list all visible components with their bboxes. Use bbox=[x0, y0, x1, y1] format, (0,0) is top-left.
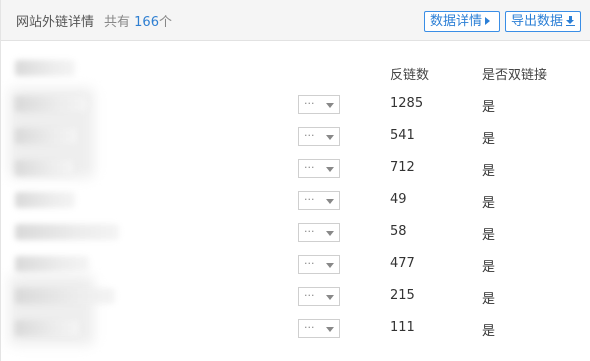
table-row: ··· 215 是 bbox=[1, 280, 590, 312]
caret-down-icon bbox=[326, 263, 334, 268]
action-select[interactable]: ··· bbox=[298, 159, 340, 178]
backlinks-value: 215 bbox=[390, 288, 415, 303]
table-row: ··· 49 是 bbox=[1, 184, 590, 216]
caret-down-icon bbox=[326, 327, 334, 332]
redacted-url bbox=[15, 224, 119, 240]
mutual-link-value: 是 bbox=[482, 100, 496, 115]
caret-down-icon bbox=[326, 295, 334, 300]
action-select[interactable]: ··· bbox=[298, 127, 340, 146]
caret-down-icon bbox=[326, 135, 334, 140]
select-value: ··· bbox=[304, 289, 315, 302]
table-row: ··· 111 是 bbox=[1, 312, 590, 344]
backlinks-value: 541 bbox=[390, 128, 415, 143]
redacted-url bbox=[15, 96, 87, 112]
action-select[interactable]: ··· bbox=[298, 319, 340, 338]
triangle-right-icon bbox=[485, 17, 491, 25]
redacted-url bbox=[15, 256, 89, 272]
data-details-label: 数据详情 bbox=[430, 14, 483, 29]
count-number: 166 bbox=[134, 15, 159, 30]
mutual-link-value: 是 bbox=[482, 164, 496, 179]
caret-down-icon bbox=[326, 199, 334, 204]
external-links-panel: 网站外链详情 共有 166个 数据详情 导出数据 反链数 是否双链接 ··· 1… bbox=[0, 0, 590, 361]
table-row: ··· 541 是 bbox=[1, 120, 590, 152]
column-header-mutual-link: 是否双链接 bbox=[482, 68, 548, 83]
panel-title: 网站外链详情 bbox=[16, 15, 95, 30]
select-value: ··· bbox=[304, 257, 315, 270]
redacted-url bbox=[15, 160, 73, 176]
action-select[interactable]: ··· bbox=[298, 255, 340, 274]
mutual-link-value: 是 bbox=[482, 196, 496, 211]
caret-down-icon bbox=[326, 231, 334, 236]
count-prefix: 共有 bbox=[104, 15, 131, 30]
export-data-label: 导出数据 bbox=[511, 14, 564, 29]
select-value: ··· bbox=[304, 225, 315, 238]
mutual-link-value: 是 bbox=[482, 260, 496, 275]
export-data-button[interactable]: 导出数据 bbox=[505, 11, 581, 32]
table-row: ··· 58 是 bbox=[1, 216, 590, 248]
backlinks-value: 58 bbox=[390, 224, 407, 239]
select-value: ··· bbox=[304, 321, 315, 334]
backlinks-value: 49 bbox=[390, 192, 407, 207]
action-select[interactable]: ··· bbox=[298, 287, 340, 306]
mutual-link-value: 是 bbox=[482, 292, 496, 307]
backlinks-value: 477 bbox=[390, 256, 415, 271]
download-icon bbox=[566, 16, 576, 26]
action-select[interactable]: ··· bbox=[298, 223, 340, 242]
action-select[interactable]: ··· bbox=[298, 191, 340, 210]
select-value: ··· bbox=[304, 97, 315, 110]
link-count: 共有 166个 bbox=[104, 11, 172, 30]
backlinks-value: 111 bbox=[390, 320, 415, 335]
mutual-link-value: 是 bbox=[482, 228, 496, 243]
select-value: ··· bbox=[304, 193, 315, 206]
data-details-button[interactable]: 数据详情 bbox=[424, 11, 500, 32]
backlinks-value: 1285 bbox=[390, 96, 424, 111]
panel-header: 网站外链详情 共有 166个 数据详情 导出数据 bbox=[1, 0, 590, 41]
select-value: ··· bbox=[304, 129, 315, 142]
table-row: ··· 712 是 bbox=[1, 152, 590, 184]
redacted-url bbox=[15, 128, 77, 144]
table-row: ··· 477 是 bbox=[1, 248, 590, 280]
caret-down-icon bbox=[326, 103, 334, 108]
caret-down-icon bbox=[326, 167, 334, 172]
redacted-url bbox=[15, 60, 75, 76]
mutual-link-value: 是 bbox=[482, 132, 496, 147]
redacted-url bbox=[15, 192, 75, 208]
redacted-url bbox=[15, 288, 115, 304]
select-value: ··· bbox=[304, 161, 315, 174]
backlinks-value: 712 bbox=[390, 160, 415, 175]
table-row: ··· 1285 是 bbox=[1, 88, 590, 120]
count-suffix: 个 bbox=[158, 15, 172, 30]
mutual-link-value: 是 bbox=[482, 324, 496, 339]
action-select[interactable]: ··· bbox=[298, 95, 340, 114]
redacted-url bbox=[15, 320, 79, 336]
column-header-backlinks: 反链数 bbox=[390, 68, 430, 83]
